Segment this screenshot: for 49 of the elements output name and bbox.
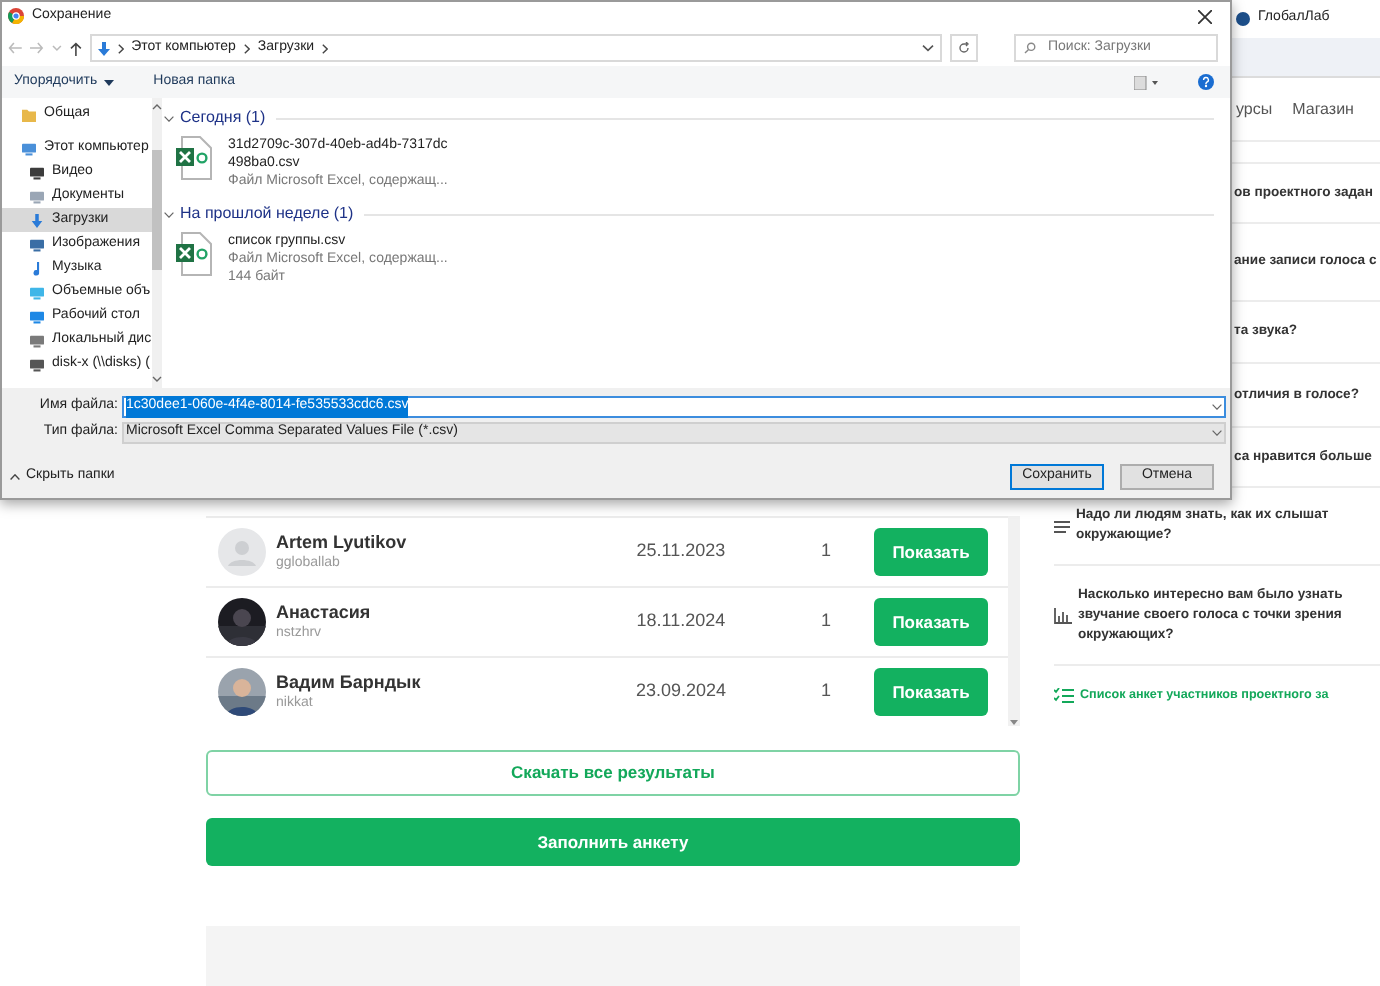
up-arrow-icon[interactable] xyxy=(69,41,82,55)
participant-name: Artem Lyutikov xyxy=(276,532,409,555)
avatar-placeholder-icon xyxy=(218,528,266,577)
scroll-down-icon[interactable] xyxy=(1010,718,1018,727)
download-arrow-icon xyxy=(30,213,44,227)
view-options-icon[interactable] xyxy=(1134,75,1158,89)
chevron-right-icon xyxy=(117,43,124,53)
participant-name: Вадим Барндык xyxy=(276,672,423,695)
count-text: 1 xyxy=(818,608,833,635)
date-text: 25.11.2023 xyxy=(634,538,728,565)
refresh-button[interactable] xyxy=(950,34,979,62)
list-icon xyxy=(1054,519,1070,534)
browser-logo-icon xyxy=(8,8,24,24)
close-icon[interactable] xyxy=(1198,9,1212,23)
computer-icon xyxy=(22,141,36,155)
excel-file-icon xyxy=(176,232,212,276)
scrollbar[interactable] xyxy=(151,98,162,388)
globe-icon xyxy=(1236,12,1250,27)
chevron-right-icon[interactable] xyxy=(322,43,329,53)
scroll-thumb[interactable] xyxy=(151,150,162,270)
nav-link[interactable]: Магазин xyxy=(1292,97,1354,122)
help-icon[interactable] xyxy=(1198,74,1214,90)
nav-link[interactable]: урсы xyxy=(1236,97,1273,122)
music-note-icon xyxy=(30,261,44,275)
date-text: 23.09.2024 xyxy=(633,678,729,705)
scrollbar[interactable] xyxy=(1008,516,1020,727)
group-header[interactable]: Сегодня (1) xyxy=(180,106,266,130)
date-text: 18.11.2024 xyxy=(634,608,728,635)
checklist-icon xyxy=(1054,687,1074,704)
download-arrow-icon xyxy=(97,41,110,55)
refresh-icon xyxy=(958,42,971,54)
count-text: 1 xyxy=(818,678,833,705)
drive-icon xyxy=(30,333,44,347)
scroll-up-icon[interactable] xyxy=(151,104,162,110)
chevron-down-icon xyxy=(1212,430,1222,436)
drive-icon xyxy=(30,357,44,371)
participant-name: Анастасия xyxy=(276,602,373,625)
bar-chart-icon xyxy=(1054,607,1072,624)
excel-file-icon xyxy=(176,136,212,180)
group-header[interactable]: На прошлой неделе (1) xyxy=(180,202,354,226)
chevron-right-icon xyxy=(243,43,250,53)
chevron-up-icon xyxy=(10,474,20,480)
chevron-down-icon[interactable] xyxy=(922,44,935,52)
collapse-chevron-icon[interactable] xyxy=(164,115,174,121)
collapse-chevron-icon[interactable] xyxy=(164,211,174,217)
search-icon xyxy=(1024,42,1036,54)
chevron-down-icon[interactable] xyxy=(1212,404,1222,410)
scroll-down-icon[interactable] xyxy=(151,376,162,382)
count-text: 1 xyxy=(818,538,833,565)
